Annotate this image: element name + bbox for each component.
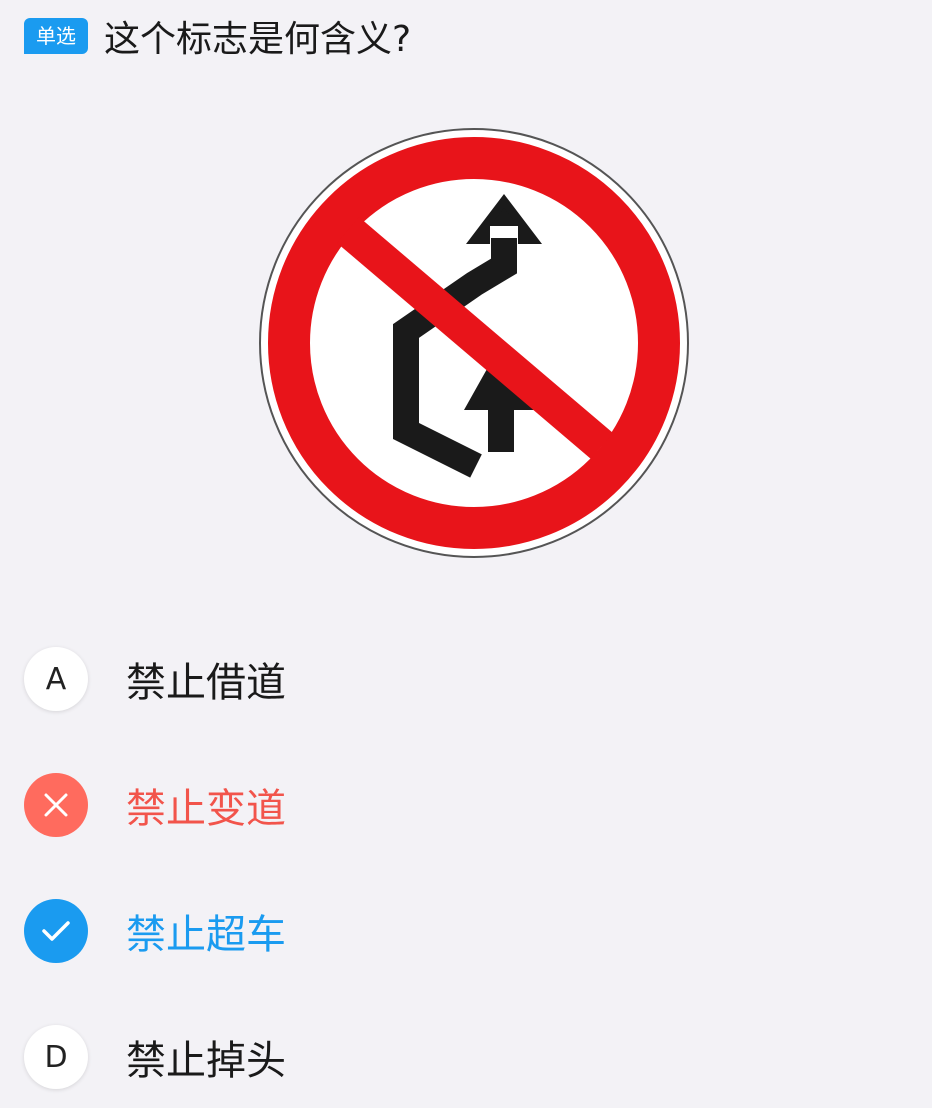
- option-a[interactable]: A 禁止借道: [24, 645, 904, 713]
- option-c-marker: [24, 899, 88, 963]
- question-type-badge: 单选: [24, 18, 88, 54]
- option-a-text: 禁止借道: [126, 660, 286, 706]
- option-a-marker: A: [24, 647, 88, 711]
- option-d-text: 禁止掉头: [126, 1038, 286, 1084]
- check-icon: [42, 921, 70, 941]
- option-d-marker: D: [24, 1025, 88, 1089]
- question-text: 这个标志是何含义?: [104, 19, 412, 60]
- option-b[interactable]: 禁止变道: [24, 771, 904, 839]
- option-b-marker: [24, 773, 88, 837]
- option-c[interactable]: 禁止超车: [24, 897, 904, 965]
- question-header: 单选 这个标志是何含义?: [24, 8, 908, 64]
- option-b-text: 禁止变道: [126, 786, 286, 832]
- no-overtaking-sign-icon: [259, 128, 689, 558]
- option-c-text: 禁止超车: [126, 912, 286, 958]
- close-icon: [44, 793, 68, 817]
- option-d[interactable]: D 禁止掉头: [24, 1023, 904, 1091]
